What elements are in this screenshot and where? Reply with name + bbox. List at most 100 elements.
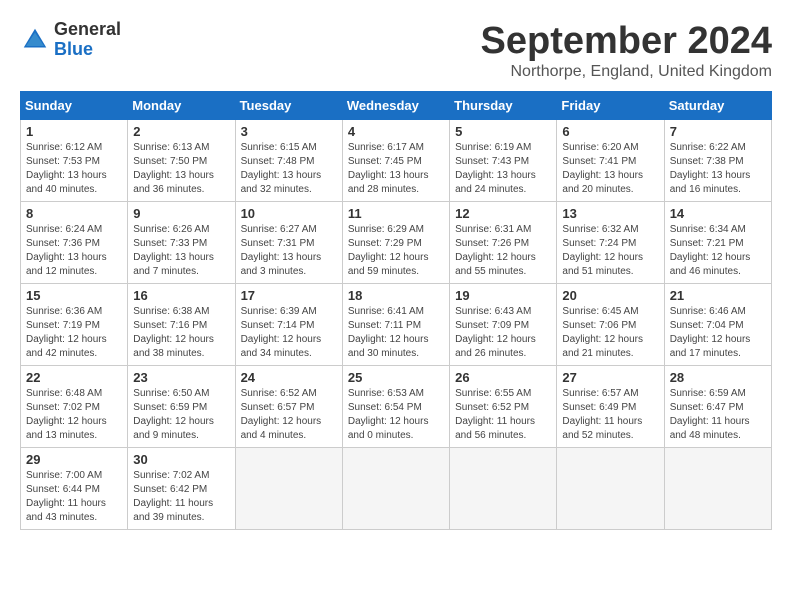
logo-icon [20, 25, 50, 55]
calendar-cell: 28 Sunrise: 6:59 AM Sunset: 6:47 PM Dayli… [664, 366, 771, 448]
day-info: Sunrise: 7:00 AM Sunset: 6:44 PM Dayligh… [26, 469, 122, 525]
day-number: 13 [562, 206, 658, 221]
calendar-cell: 27 Sunrise: 6:57 AM Sunset: 6:49 PM Dayli… [557, 366, 664, 448]
calendar-cell: 21Sunrise: 6:46 AM Sunset: 7:04 PM Dayli… [664, 284, 771, 366]
week-row-5: 29 Sunrise: 7:00 AM Sunset: 6:44 PM Dayli… [21, 448, 772, 530]
day-number: 16 [133, 288, 229, 303]
day-info: Sunrise: 6:29 AM Sunset: 7:29 PM Dayligh… [348, 223, 444, 279]
calendar-cell: 9Sunrise: 6:26 AM Sunset: 7:33 PM Daylig… [128, 202, 235, 284]
day-number: 14 [670, 206, 766, 221]
day-number: 9 [133, 206, 229, 221]
day-info: Sunrise: 6:36 AM Sunset: 7:19 PM Dayligh… [26, 305, 122, 361]
logo-text: General Blue [54, 20, 121, 60]
calendar-cell: 22Sunrise: 6:48 AM Sunset: 7:02 PM Dayli… [21, 366, 128, 448]
day-number: 26 [455, 370, 551, 385]
day-info: Sunrise: 6:27 AM Sunset: 7:31 PM Dayligh… [241, 223, 337, 279]
weekday-header-tuesday: Tuesday [235, 92, 342, 120]
location-title: Northorpe, England, United Kingdom [481, 63, 773, 81]
calendar-cell: 25 Sunrise: 6:53 AM Sunset: 6:54 PM Dayli… [342, 366, 449, 448]
calendar-cell: 11 Sunrise: 6:29 AM Sunset: 7:29 PM Dayli… [342, 202, 449, 284]
calendar-cell [450, 448, 557, 530]
calendar-cell [235, 448, 342, 530]
day-info: Sunrise: 6:13 AM Sunset: 7:50 PM Dayligh… [133, 141, 229, 197]
calendar-cell: 10Sunrise: 6:27 AM Sunset: 7:31 PM Dayli… [235, 202, 342, 284]
day-number: 25 [348, 370, 444, 385]
day-info: Sunrise: 6:19 AM Sunset: 7:43 PM Dayligh… [455, 141, 551, 197]
day-info: Sunrise: 6:17 AM Sunset: 7:45 PM Dayligh… [348, 141, 444, 197]
day-info: Sunrise: 6:57 AM Sunset: 6:49 PM Dayligh… [562, 387, 658, 443]
calendar-table: SundayMondayTuesdayWednesdayThursdayFrid… [20, 91, 772, 530]
day-number: 6 [562, 124, 658, 139]
calendar-cell: 26 Sunrise: 6:55 AM Sunset: 6:52 PM Dayli… [450, 366, 557, 448]
month-title: September 2024 [481, 20, 773, 63]
week-row-1: 1 Sunrise: 6:12 AM Sunset: 7:53 PM Daylig… [21, 120, 772, 202]
calendar-cell: 12 Sunrise: 6:31 AM Sunset: 7:26 PM Dayli… [450, 202, 557, 284]
day-number: 5 [455, 124, 551, 139]
calendar-cell: 18 Sunrise: 6:41 AM Sunset: 7:11 PM Dayli… [342, 284, 449, 366]
calendar-cell: 20 Sunrise: 6:45 AM Sunset: 7:06 PM Dayli… [557, 284, 664, 366]
day-number: 4 [348, 124, 444, 139]
day-number: 1 [26, 124, 122, 139]
day-number: 18 [348, 288, 444, 303]
day-number: 24 [241, 370, 337, 385]
calendar-cell: 16 Sunrise: 6:38 AM Sunset: 7:16 PM Dayli… [128, 284, 235, 366]
day-info: Sunrise: 6:20 AM Sunset: 7:41 PM Dayligh… [562, 141, 658, 197]
week-row-3: 15 Sunrise: 6:36 AM Sunset: 7:19 PM Dayli… [21, 284, 772, 366]
day-number: 8 [26, 206, 122, 221]
day-number: 23 [133, 370, 229, 385]
weekday-header-saturday: Saturday [664, 92, 771, 120]
day-number: 17 [241, 288, 337, 303]
day-number: 7 [670, 124, 766, 139]
calendar-cell: 3 Sunrise: 6:15 AM Sunset: 7:48 PM Daylig… [235, 120, 342, 202]
day-number: 11 [348, 206, 444, 221]
calendar-cell: 4 Sunrise: 6:17 AM Sunset: 7:45 PM Daylig… [342, 120, 449, 202]
calendar-cell: 17 Sunrise: 6:39 AM Sunset: 7:14 PM Dayli… [235, 284, 342, 366]
day-info: Sunrise: 6:32 AM Sunset: 7:24 PM Dayligh… [562, 223, 658, 279]
calendar-cell: 7Sunrise: 6:22 AM Sunset: 7:38 PM Daylig… [664, 120, 771, 202]
day-info: Sunrise: 6:45 AM Sunset: 7:06 PM Dayligh… [562, 305, 658, 361]
title-section: September 2024 Northorpe, England, Unite… [481, 20, 773, 81]
day-info: Sunrise: 6:15 AM Sunset: 7:48 PM Dayligh… [241, 141, 337, 197]
calendar-cell: 13 Sunrise: 6:32 AM Sunset: 7:24 PM Dayli… [557, 202, 664, 284]
calendar-cell: 8Sunrise: 6:24 AM Sunset: 7:36 PM Daylig… [21, 202, 128, 284]
day-info: Sunrise: 6:31 AM Sunset: 7:26 PM Dayligh… [455, 223, 551, 279]
day-number: 29 [26, 452, 122, 467]
weekday-header-monday: Monday [128, 92, 235, 120]
day-info: Sunrise: 6:46 AM Sunset: 7:04 PM Dayligh… [670, 305, 766, 361]
day-info: Sunrise: 6:41 AM Sunset: 7:11 PM Dayligh… [348, 305, 444, 361]
calendar-cell [342, 448, 449, 530]
day-number: 3 [241, 124, 337, 139]
week-row-2: 8Sunrise: 6:24 AM Sunset: 7:36 PM Daylig… [21, 202, 772, 284]
day-info: Sunrise: 6:34 AM Sunset: 7:21 PM Dayligh… [670, 223, 766, 279]
day-info: Sunrise: 7:02 AM Sunset: 6:42 PM Dayligh… [133, 469, 229, 525]
day-number: 19 [455, 288, 551, 303]
weekday-header-friday: Friday [557, 92, 664, 120]
calendar-cell: 19Sunrise: 6:43 AM Sunset: 7:09 PM Dayli… [450, 284, 557, 366]
weekday-header-wednesday: Wednesday [342, 92, 449, 120]
day-info: Sunrise: 6:12 AM Sunset: 7:53 PM Dayligh… [26, 141, 122, 197]
day-number: 28 [670, 370, 766, 385]
day-number: 27 [562, 370, 658, 385]
weekday-header-thursday: Thursday [450, 92, 557, 120]
day-number: 20 [562, 288, 658, 303]
day-info: Sunrise: 6:38 AM Sunset: 7:16 PM Dayligh… [133, 305, 229, 361]
weekday-header-row: SundayMondayTuesdayWednesdayThursdayFrid… [21, 92, 772, 120]
week-row-4: 22Sunrise: 6:48 AM Sunset: 7:02 PM Dayli… [21, 366, 772, 448]
calendar-cell: 24 Sunrise: 6:52 AM Sunset: 6:57 PM Dayli… [235, 366, 342, 448]
day-info: Sunrise: 6:59 AM Sunset: 6:47 PM Dayligh… [670, 387, 766, 443]
day-number: 2 [133, 124, 229, 139]
day-info: Sunrise: 6:52 AM Sunset: 6:57 PM Dayligh… [241, 387, 337, 443]
day-info: Sunrise: 6:53 AM Sunset: 6:54 PM Dayligh… [348, 387, 444, 443]
calendar-cell: 2 Sunrise: 6:13 AM Sunset: 7:50 PM Daylig… [128, 120, 235, 202]
calendar-cell: 5 Sunrise: 6:19 AM Sunset: 7:43 PM Daylig… [450, 120, 557, 202]
calendar-cell: 29 Sunrise: 7:00 AM Sunset: 6:44 PM Dayli… [21, 448, 128, 530]
day-info: Sunrise: 6:39 AM Sunset: 7:14 PM Dayligh… [241, 305, 337, 361]
day-number: 15 [26, 288, 122, 303]
logo: General Blue [20, 20, 121, 60]
calendar-cell [664, 448, 771, 530]
day-info: Sunrise: 6:55 AM Sunset: 6:52 PM Dayligh… [455, 387, 551, 443]
day-number: 22 [26, 370, 122, 385]
calendar-cell: 23Sunrise: 6:50 AM Sunset: 6:59 PM Dayli… [128, 366, 235, 448]
calendar-cell: 15 Sunrise: 6:36 AM Sunset: 7:19 PM Dayli… [21, 284, 128, 366]
day-number: 12 [455, 206, 551, 221]
